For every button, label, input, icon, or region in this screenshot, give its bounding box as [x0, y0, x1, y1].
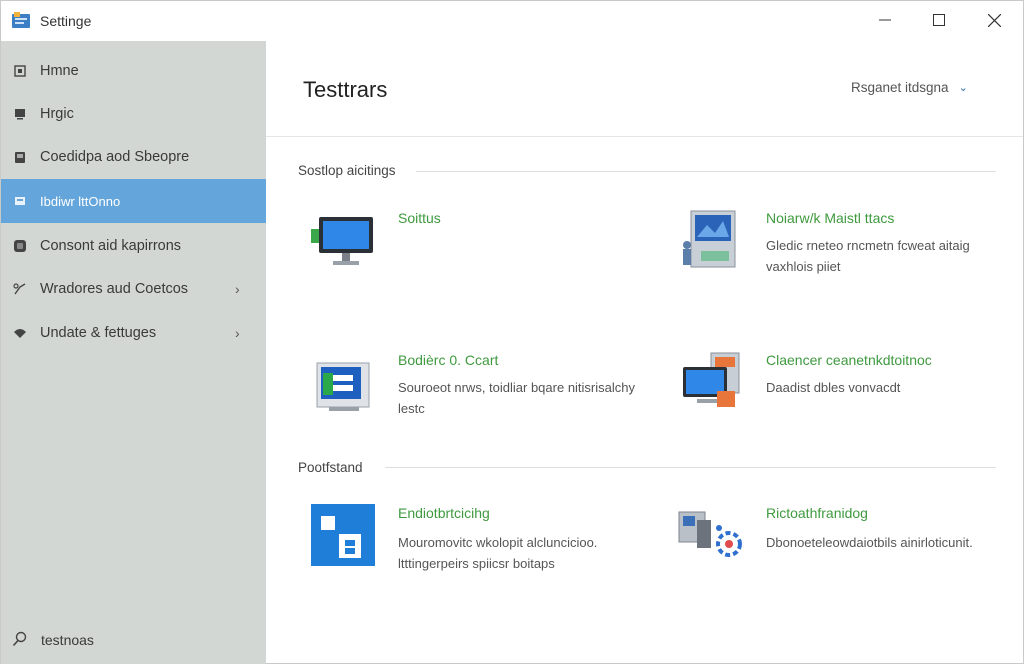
- tiles-icon: [309, 504, 375, 570]
- settings-card[interactable]: Claencer ceanetnkdtoitnoc Daadist dbles …: [677, 351, 1007, 471]
- card-title: Bodièrc 0. Ccart: [398, 352, 499, 368]
- sidebar-item-home[interactable]: Hmne: [1, 49, 266, 93]
- personalization-icon: [12, 193, 28, 209]
- display-icon: [12, 106, 28, 122]
- chevron-right-icon: ›: [235, 325, 240, 341]
- chevron-right-icon: ›: [235, 281, 240, 297]
- apps-icon: [12, 238, 28, 254]
- section-divider: [385, 467, 996, 468]
- chevron-down-icon: ⌄: [958, 82, 968, 94]
- sidebar-item-apps[interactable]: Consont aid kapirrons: [1, 224, 266, 268]
- sidebar-item-display[interactable]: Hrgic: [1, 92, 266, 136]
- card-description: Gledic rneteo rncmetn fcweat aitaig vaxh…: [766, 238, 970, 274]
- section-divider: [416, 171, 996, 172]
- sidebar-item-label: Consont aid kapirrons: [40, 238, 182, 254]
- sidebar-item-accounts[interactable]: Wradores aud Coetcos ›: [1, 267, 266, 311]
- card-description: Souroeot nrws, toidliar bqare nitisrisal…: [398, 380, 635, 416]
- minimize-icon: [879, 19, 891, 21]
- sidebar-item-label: Coedidpa aod Sbeopre: [40, 149, 190, 165]
- card-title: Rictoathfranidog: [766, 505, 868, 521]
- system-window-icon: [309, 351, 375, 417]
- title-bar: Settinge: [1, 1, 1023, 41]
- sidebar-item-label: Undate & fettuges: [40, 325, 157, 341]
- settings-app-icon: [11, 11, 31, 29]
- page-title: Testtrars: [303, 77, 388, 102]
- settings-card[interactable]: Endiotbrtcicihg Mouromovitc wkolopit alc…: [309, 504, 639, 624]
- monitor-icon: [309, 209, 375, 275]
- related-settings-dropdown[interactable]: Rsganet itdsgna ⌄: [851, 80, 968, 95]
- settings-card[interactable]: Rictoathfranidog Dbonoeteleowdaiotbils a…: [677, 504, 1007, 624]
- card-title: Claencer ceanetnkdtoitnoc: [766, 352, 932, 368]
- sidebar-item-label: Ibdiwr lttOnno: [40, 193, 121, 209]
- accounts-icon: [12, 281, 28, 297]
- section-title: Sostlop aicitings: [298, 163, 396, 178]
- desktop-tools-icon: [677, 351, 743, 417]
- sidebar-item-label: Hrgic: [40, 106, 74, 122]
- update-icon: [12, 325, 28, 341]
- section-title: Pootfstand: [298, 460, 363, 475]
- close-icon: [987, 13, 1001, 27]
- settings-card[interactable]: Bodièrc 0. Ccart Souroeot nrws, toidliar…: [309, 351, 639, 471]
- card-title: Endiotbrtcicihg: [398, 505, 490, 521]
- maximize-icon: [933, 14, 945, 26]
- sidebar-item-devices[interactable]: Coedidpa aod Sbeopre: [1, 135, 266, 179]
- sidebar-item-personalization[interactable]: Ibdiwr lttOnno: [1, 179, 266, 223]
- card-description: Daadist dbles vonvacdt: [766, 380, 901, 395]
- sidebar: Hmne Hrgic Coedidpa aod Sbeopre Ibdiwr l…: [1, 41, 266, 664]
- search-label: testnoas: [41, 632, 94, 648]
- settings-card[interactable]: Soittus: [309, 209, 639, 329]
- devices-icon: [12, 149, 28, 165]
- home-icon: [12, 63, 28, 79]
- search-icon: [12, 631, 28, 652]
- card-description: Dbonoeteleowdaiotbils ainirloticunit.: [766, 535, 973, 550]
- card-title: Soittus: [398, 210, 441, 226]
- window-title: Settinge: [40, 13, 92, 29]
- maximize-button[interactable]: [912, 1, 966, 39]
- sidebar-item-label: Hmne: [40, 63, 79, 79]
- minimize-button[interactable]: [858, 1, 912, 39]
- sidebar-item-update[interactable]: Undate & fettuges ›: [1, 311, 266, 355]
- dropdown-label: Rsganet itdsgna: [851, 80, 949, 95]
- settings-window: Settinge Hmne Hrgic Coedidpa aod Sbeopre…: [0, 0, 1024, 664]
- settings-card[interactable]: Noiarw/k Maistl ttacs Gledic rneteo rncm…: [677, 209, 1007, 329]
- card-description: Mouromovitc wkolopit alcluncicioo. lttti…: [398, 535, 598, 571]
- main-header: Testtrars Rsganet itdsgna ⌄: [266, 41, 1023, 137]
- card-title: Noiarw/k Maistl ttacs: [766, 210, 895, 226]
- sidebar-search[interactable]: testnoas: [1, 619, 266, 659]
- network-display-icon: [677, 209, 743, 275]
- sidebar-item-label: Wradores aud Coetcos: [40, 281, 189, 297]
- close-button[interactable]: [967, 1, 1021, 39]
- gear-computer-icon: [677, 504, 743, 570]
